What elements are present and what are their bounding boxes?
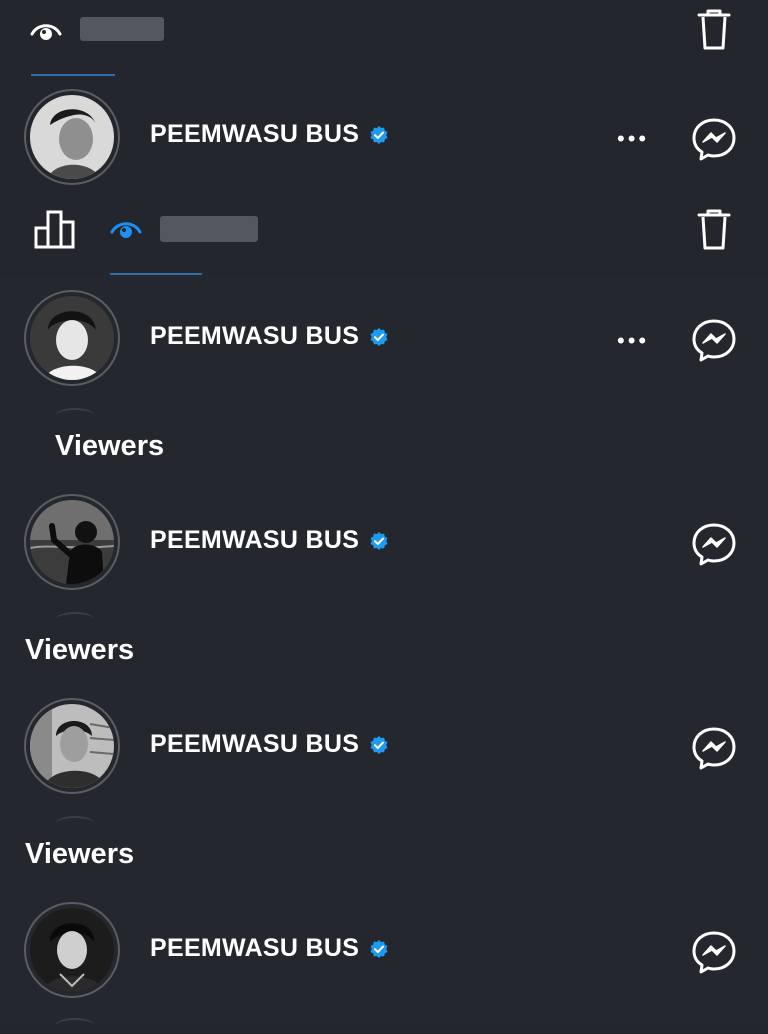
username-text: PEEMWASU BUS — [150, 322, 360, 350]
username-text: PEEMWASU BUS — [150, 934, 360, 962]
active-tab-underline — [110, 273, 202, 275]
messenger-icon[interactable] — [690, 725, 738, 771]
viewers-heading: Viewers — [55, 430, 165, 462]
verified-badge-icon — [370, 327, 388, 346]
trash-icon[interactable] — [692, 206, 736, 252]
avatar[interactable] — [24, 290, 120, 386]
messenger-icon[interactable] — [690, 929, 738, 975]
avatar[interactable] — [24, 494, 120, 590]
next-avatar-peek — [55, 816, 95, 832]
username-text: PEEMWASU BUS — [150, 120, 360, 148]
messenger-icon[interactable] — [690, 116, 738, 162]
username[interactable]: PEEMWASU BUS — [150, 730, 389, 759]
viewers-heading: Viewers — [25, 838, 135, 870]
verified-badge-icon — [370, 531, 388, 550]
eye-icon-blue[interactable] — [106, 214, 146, 246]
view-count-redacted — [80, 17, 164, 41]
active-tab-underline — [31, 74, 115, 76]
trash-icon[interactable] — [692, 6, 736, 52]
verified-badge-icon — [370, 735, 388, 754]
messenger-icon[interactable] — [690, 317, 738, 363]
username[interactable]: PEEMWASU BUS — [150, 526, 389, 555]
view-count-redacted — [160, 216, 258, 242]
username-text: PEEMWASU BUS — [150, 526, 360, 554]
username[interactable]: PEEMWASU BUS — [150, 322, 389, 351]
avatar[interactable] — [24, 698, 120, 794]
viewers-heading: Viewers — [25, 634, 135, 666]
username[interactable]: PEEMWASU BUS — [150, 120, 389, 149]
verified-badge-icon — [370, 125, 388, 144]
avatar[interactable] — [24, 89, 120, 185]
eye-icon[interactable] — [28, 14, 64, 50]
next-avatar-peek — [55, 408, 95, 424]
next-avatar-peek — [55, 612, 95, 628]
username[interactable]: PEEMWASU BUS — [150, 934, 389, 963]
next-avatar-peek — [55, 1018, 95, 1034]
messenger-icon[interactable] — [690, 521, 738, 567]
more-dots-icon[interactable]: ••• — [617, 128, 649, 150]
verified-badge-icon — [370, 939, 388, 958]
username-text: PEEMWASU BUS — [150, 730, 360, 758]
more-dots-icon[interactable]: ••• — [617, 330, 649, 352]
bar-chart-icon[interactable] — [32, 205, 78, 251]
avatar[interactable] — [24, 902, 120, 998]
